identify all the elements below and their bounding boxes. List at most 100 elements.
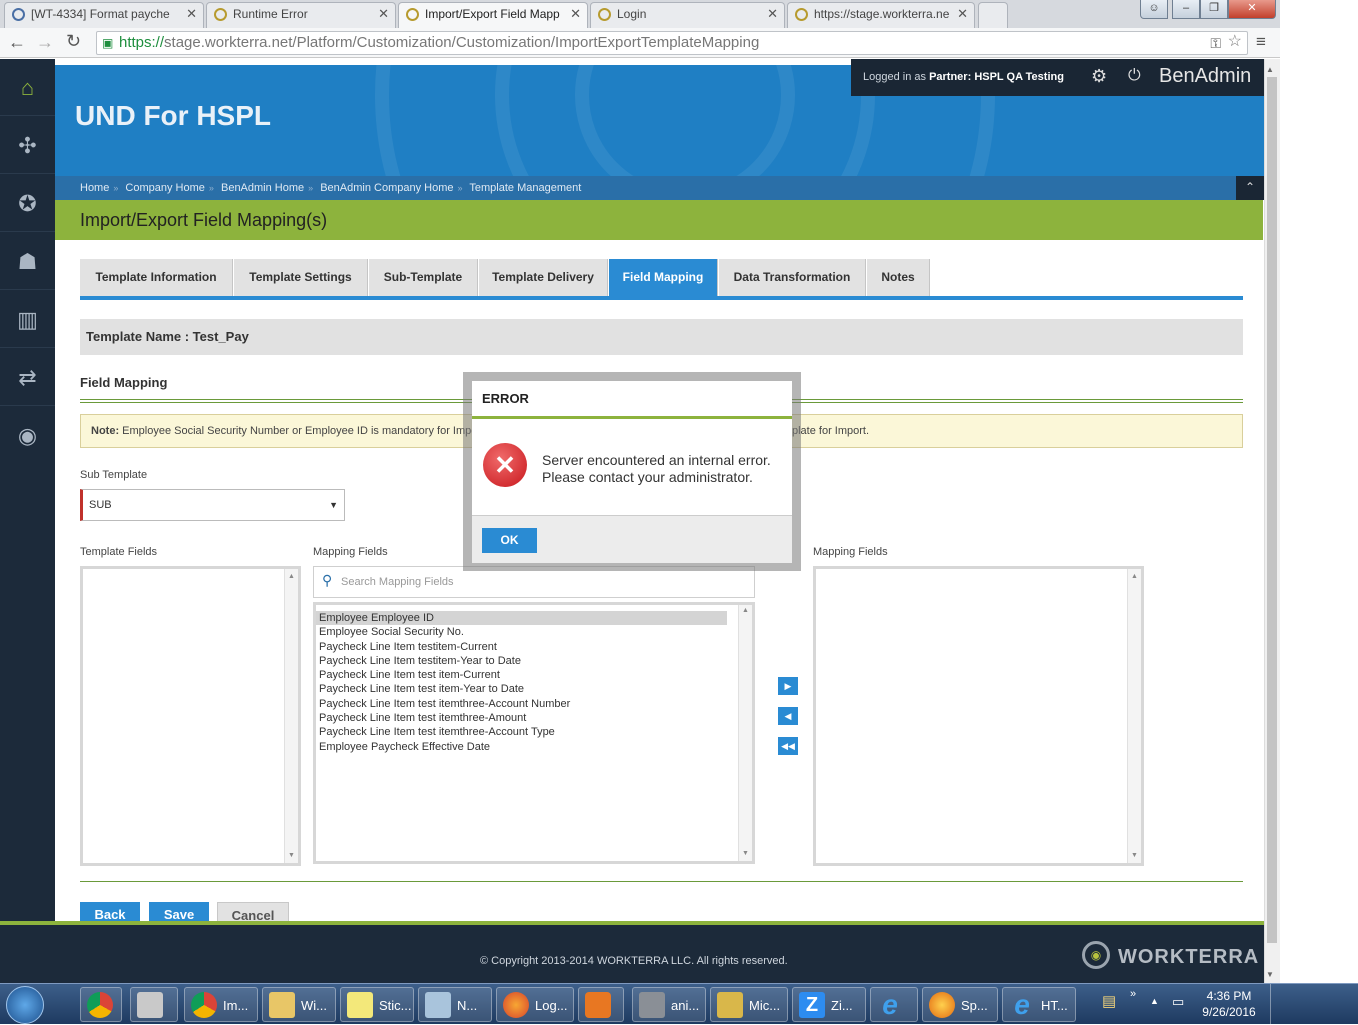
chevron-up-icon[interactable]: ⌃ [1236,176,1264,200]
divider [80,881,1243,882]
move-right-icon[interactable]: ▶ [778,677,798,695]
taskbar-item[interactable]: e HT... [1002,987,1076,1022]
minimize-button[interactable]: – [1172,0,1200,19]
browser-tab-1[interactable]: [WT-4334] Format payche ✕ [4,2,204,28]
network-icon[interactable]: ▭ [1172,994,1184,1010]
start-button[interactable] [6,986,44,1024]
list-item[interactable]: Employee Paycheck Effective Date [316,740,752,754]
template-fields-list[interactable]: ▲ ▼ [80,566,301,866]
list-item[interactable]: Paycheck Line Item test itemthree-Accoun… [316,725,752,739]
tab-template-settings[interactable]: Template Settings [234,259,368,296]
page-icon [214,8,227,21]
taskbar-item[interactable]: Sp... [922,987,998,1022]
star-icon[interactable]: ☆ [1228,32,1242,53]
list-item[interactable]: Employee Employee ID [316,611,727,626]
user-icon[interactable]: ☗ [0,233,55,290]
window-close-button[interactable]: ✕ [1228,0,1276,19]
breadcrumb-benadmin-home[interactable]: BenAdmin Home [221,182,304,194]
taskbar-item[interactable]: Mic... [710,987,788,1022]
scroll-up-icon[interactable]: ▲ [1266,65,1274,74]
key-icon[interactable]: ⚿ [1210,32,1221,54]
taskbar-item[interactable]: Wi... [262,987,336,1022]
breadcrumb-company-home[interactable]: Company Home [125,182,204,194]
move-left-icon[interactable]: ◀ [778,707,798,725]
folder-tray-icon[interactable]: ▤ [1102,992,1116,1010]
mapping-fields-label: Mapping Fields [313,546,388,558]
internet-explorer-icon: e [1014,989,1030,1020]
field-mapping-heading: Field Mapping [80,375,168,390]
scrollbar[interactable]: ▲ ▼ [1127,569,1141,863]
list-item[interactable]: Paycheck Line Item test itemthree-Amount [316,711,752,725]
tab-sub-template[interactable]: Sub-Template [369,259,478,296]
taskbar-item[interactable]: Stic... [340,987,414,1022]
scrollbar[interactable]: ▲ ▼ [284,569,298,863]
tab-template-delivery[interactable]: Template Delivery [479,259,608,296]
transfer-icon[interactable]: ⇄ [0,349,55,406]
browser-tab-4[interactable]: Login ✕ [590,2,785,28]
tab-field-mapping[interactable]: Field Mapping [609,259,718,296]
breadcrumb-home[interactable]: Home [80,182,109,194]
tab-template-information[interactable]: Template Information [80,259,233,296]
breadcrumb-template-management[interactable]: Template Management [469,182,581,194]
back-arrow-icon[interactable]: ← [8,32,26,53]
taskbar-item[interactable]: Log... [496,987,574,1022]
ok-button[interactable]: OK [482,528,537,553]
list-item[interactable]: Employee Social Security No. [316,625,752,639]
close-icon[interactable]: ✕ [767,3,778,25]
list-item[interactable]: Paycheck Line Item testitem-Current [316,640,752,654]
chevron-double-right-icon[interactable]: » [1130,988,1136,1000]
puzzle-icon[interactable]: ✣ [0,117,55,174]
note-text: Employee Social Security Number or Emplo… [122,425,478,437]
page-scrollbar[interactable]: ▲ ▼ [1264,59,1280,983]
browser-tab-5[interactable]: https://stage.workterra.ne ✕ [787,2,975,28]
tab-notes[interactable]: Notes [867,259,930,296]
taskbar-item[interactable]: Z Zi... [792,987,866,1022]
taskbar-chrome-pinned[interactable] [80,987,122,1022]
gear-icon[interactable]: ⚙ [1091,66,1107,87]
address-bar[interactable]: ▣ https://stage.workterra.net/Platform/Cu… [96,31,1248,55]
close-icon[interactable]: ✕ [186,3,197,25]
maximize-button[interactable]: ❐ [1200,0,1228,19]
error-message-line-2: Please contact your administrator. [542,469,753,485]
logged-in-text: Logged in as Partner: HSPL QA Testing [863,71,1064,83]
taskbar-media-player[interactable] [578,987,624,1022]
taskbar-item[interactable]: N... [418,987,492,1022]
forward-arrow-icon[interactable]: → [36,32,54,53]
user-icon[interactable]: ☺ [1140,0,1168,19]
sub-template-select[interactable]: SUB ▼ [80,489,345,521]
list-item[interactable]: Paycheck Line Item test item-Current [316,668,752,682]
power-icon[interactable]: ⏻ [1128,67,1141,85]
internet-explorer-icon: e [882,989,898,1020]
show-desktop-button[interactable] [1270,984,1280,1025]
user-star-icon[interactable]: ✪ [0,175,55,232]
taskbar-ie-pinned[interactable]: e [870,987,918,1022]
close-icon[interactable]: ✕ [957,3,968,25]
browser-tab-2[interactable]: Runtime Error ✕ [206,2,396,28]
chat-icon[interactable]: ◉ [0,407,55,464]
tab-data-transformation[interactable]: Data Transformation [719,259,866,296]
list-item[interactable]: Paycheck Line Item test item-Year to Dat… [316,682,752,696]
close-icon[interactable]: ✕ [378,3,389,25]
bar-chart-icon[interactable]: ▥ [0,291,55,348]
browser-tab-3[interactable]: Import/Export Field Mapp ✕ [398,2,588,28]
scroll-down-icon[interactable]: ▼ [1266,970,1274,979]
breadcrumb-benadmin-company-home[interactable]: BenAdmin Company Home [320,182,453,194]
mapping-fields-list[interactable]: Employee Employee ID Employee Social Sec… [313,602,755,864]
taskbar-item[interactable]: ani... [632,987,706,1022]
menu-icon[interactable]: ≡ [1256,32,1266,52]
close-icon[interactable]: ✕ [570,3,581,25]
move-all-left-icon[interactable]: ◀◀ [778,737,798,755]
mapped-fields-list[interactable]: ▲ ▼ [813,566,1144,866]
show-hidden-icons-icon[interactable]: ▲ [1150,996,1159,1006]
page-icon [598,8,611,21]
list-item[interactable]: Paycheck Line Item testitem-Year to Date [316,654,752,668]
system-clock[interactable]: 4:36 PM 9/26/2016 [1190,988,1268,1020]
taskbar-item[interactable]: Im... [184,987,258,1022]
new-tab-button[interactable] [978,2,1008,28]
list-item[interactable]: Paycheck Line Item test itemthree-Accoun… [316,697,752,711]
reload-icon[interactable]: ↻ [66,31,81,52]
scrollbar[interactable]: ▲ ▼ [738,605,752,861]
scrollbar-thumb[interactable] [1267,77,1277,943]
taskbar-files-pinned[interactable] [130,987,178,1022]
home-icon[interactable]: ⌂ [0,59,55,116]
